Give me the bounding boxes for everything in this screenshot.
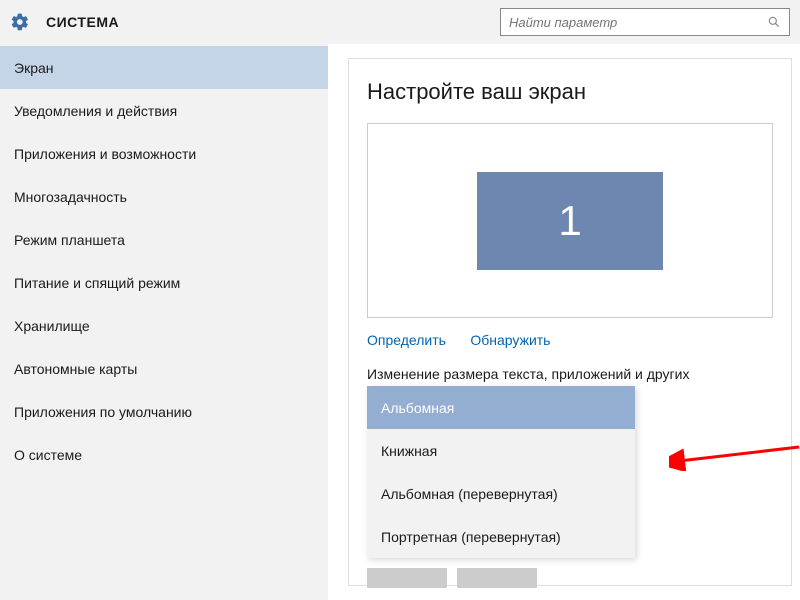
annotation-arrow-icon	[669, 441, 800, 471]
main-area: Экран Уведомления и действия Приложения …	[0, 44, 800, 600]
monitor-preview-box[interactable]: 1	[367, 123, 773, 318]
content-inner: Настройте ваш экран 1 Определить Обнаруж…	[348, 58, 792, 586]
sidebar-item-label: Режим планшета	[14, 232, 125, 248]
dropdown-option-label: Альбомная	[381, 400, 454, 416]
monitor-number: 1	[558, 197, 581, 245]
sidebar-item-display[interactable]: Экран	[0, 46, 328, 89]
orientation-option-portrait-flipped[interactable]: Портретная (перевернутая)	[367, 515, 635, 558]
orientation-option-portrait[interactable]: Книжная	[367, 429, 635, 472]
content-area: Настройте ваш экран 1 Определить Обнаруж…	[328, 44, 800, 600]
dropdown-option-label: Альбомная (перевернутая)	[381, 486, 558, 502]
sidebar-item-power-sleep[interactable]: Питание и спящий режим	[0, 261, 328, 304]
orientation-option-landscape-flipped[interactable]: Альбомная (перевернутая)	[367, 472, 635, 515]
sidebar-item-about[interactable]: О системе	[0, 433, 328, 476]
sidebar-item-notifications[interactable]: Уведомления и действия	[0, 89, 328, 132]
sidebar-item-label: Приложения по умолчанию	[14, 404, 192, 420]
sidebar-item-label: Многозадачность	[14, 189, 127, 205]
sidebar-item-tablet-mode[interactable]: Режим планшета	[0, 218, 328, 261]
sidebar-item-label: Автономные карты	[14, 361, 137, 377]
dropdown-option-label: Портретная (перевернутая)	[381, 529, 561, 545]
sidebar-item-label: Уведомления и действия	[14, 103, 177, 119]
sidebar-item-label: Приложения и возможности	[14, 146, 196, 162]
sidebar: Экран Уведомления и действия Приложения …	[0, 44, 328, 600]
sidebar-item-multitasking[interactable]: Многозадачность	[0, 175, 328, 218]
search-icon	[767, 15, 781, 29]
resize-label: Изменение размера текста, приложений и д…	[367, 366, 773, 382]
cancel-button[interactable]	[457, 568, 537, 588]
sidebar-item-default-apps[interactable]: Приложения по умолчанию	[0, 390, 328, 433]
bottom-buttons	[367, 568, 773, 588]
detect-link[interactable]: Обнаружить	[470, 332, 550, 348]
sidebar-item-label: Хранилище	[14, 318, 90, 334]
identify-link[interactable]: Определить	[367, 332, 446, 348]
orientation-option-landscape[interactable]: Альбомная	[367, 386, 635, 429]
sidebar-item-label: Экран	[14, 60, 54, 76]
search-box[interactable]	[500, 8, 790, 36]
dropdown-option-label: Книжная	[381, 443, 437, 459]
monitor-1[interactable]: 1	[477, 172, 663, 270]
gear-icon	[10, 12, 30, 32]
sidebar-item-label: О системе	[14, 447, 82, 463]
search-input[interactable]	[509, 15, 767, 30]
orientation-dropdown-list: Альбомная Книжная Альбомная (перевернута…	[367, 386, 635, 558]
display-links: Определить Обнаружить	[367, 332, 773, 350]
apply-button[interactable]	[367, 568, 447, 588]
sidebar-item-offline-maps[interactable]: Автономные карты	[0, 347, 328, 390]
sidebar-item-label: Питание и спящий режим	[14, 275, 180, 291]
window-title: СИСТЕМА	[46, 14, 119, 30]
page-title: Настройте ваш экран	[367, 79, 773, 105]
app-header: СИСТЕМА	[0, 0, 800, 44]
orientation-dropdown[interactable]: Альбомная Книжная Альбомная (перевернута…	[367, 386, 635, 558]
sidebar-item-storage[interactable]: Хранилище	[0, 304, 328, 347]
sidebar-item-apps-features[interactable]: Приложения и возможности	[0, 132, 328, 175]
